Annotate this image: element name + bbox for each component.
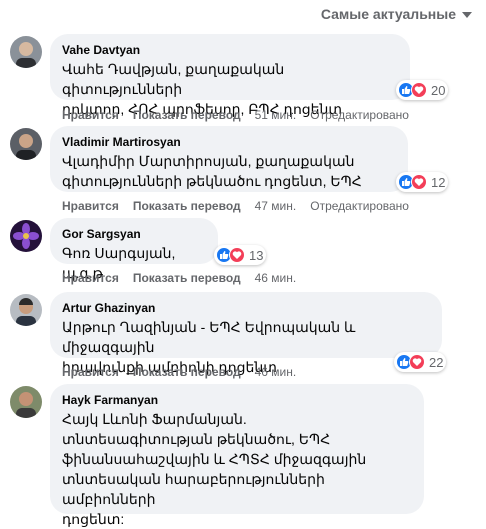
love-reaction-icon [409, 354, 425, 370]
reaction-count: 12 [431, 174, 446, 190]
comment-actions: Нравится Показать перевод 46 мин. [62, 365, 296, 379]
comment-time[interactable]: 46 мин. [255, 271, 297, 285]
comment-actions: Нравится Показать перевод 46 мин. [62, 271, 296, 285]
love-reaction-icon [411, 174, 427, 190]
like-link[interactable]: Нравится [62, 199, 119, 213]
avatar[interactable] [10, 220, 42, 252]
like-link[interactable]: Нравится [62, 365, 119, 379]
comment-time[interactable]: 46 мин. [255, 365, 297, 379]
comment-actions: Нравится Показать перевод 47 мин. Отреда… [62, 199, 409, 213]
like-link[interactable]: Нравится [62, 108, 119, 122]
reaction-count: 20 [431, 82, 446, 98]
reaction-summary[interactable]: 20 [396, 80, 449, 100]
translate-link[interactable]: Показать перевод [133, 108, 241, 122]
reaction-summary[interactable]: 22 [394, 352, 447, 372]
comment-actions: Нравится Показать перевод 51 мин. Отреда… [62, 108, 409, 122]
love-reaction-icon [229, 247, 245, 263]
comment-bubble: Vahe Davtyan Վահե Դավթյան, քաղաքական գիտ… [50, 34, 410, 117]
reaction-count: 22 [429, 354, 444, 370]
like-link[interactable]: Нравится [62, 271, 119, 285]
reaction-summary[interactable]: 12 [396, 172, 449, 192]
translate-link[interactable]: Показать перевод [133, 271, 241, 285]
translate-link[interactable]: Показать перевод [133, 365, 241, 379]
edited-label: Отредактировано [310, 199, 409, 213]
comment-author[interactable]: Vladimir Martirosyan [62, 134, 396, 150]
comment-author[interactable]: Artur Ghazinyan [62, 300, 430, 316]
comment-bubble: Gor Sargsyan Գոռ Սարգսյան, պ.գ.թ [50, 218, 218, 281]
avatar[interactable] [10, 128, 42, 160]
love-reaction-icon [411, 82, 427, 98]
comment-text: Վլադիմիր Մարտիրոսյան, քաղաքական գիտությո… [62, 153, 362, 189]
avatar[interactable] [10, 386, 42, 418]
comment-bubble: Vladimir Martirosyan Վլադիմիր Մարտիրոսյա… [50, 126, 408, 192]
sort-label: Самые актуальные [320, 6, 456, 22]
reaction-summary[interactable]: 13 [214, 245, 267, 265]
comment-author[interactable]: Hayk Farmanyan [62, 392, 412, 408]
comment-time[interactable]: 47 мин. [255, 199, 297, 213]
avatar[interactable] [10, 294, 42, 326]
caret-down-icon [462, 12, 472, 18]
comment-time[interactable]: 51 мин. [255, 108, 297, 122]
avatar[interactable] [10, 36, 42, 68]
comment-author[interactable]: Vahe Davtyan [62, 42, 398, 58]
edited-label: Отредактировано [310, 108, 409, 122]
comment-author[interactable]: Gor Sargsyan [62, 226, 206, 242]
sort-dropdown[interactable]: Самые актуальные [321, 6, 472, 22]
comment-bubble: Artur Ghazinyan Արթուր Ղազինյան - ԵՊՀ Եվ… [50, 292, 442, 375]
comment-text: Հայկ Լևոնի Ֆարմանյան. տնտեսագիտության թե… [62, 411, 367, 527]
comment-bubble: Hayk Farmanyan Հայկ Լևոնի Ֆարմանյան. տնտ… [50, 384, 424, 527]
translate-link[interactable]: Показать перевод [133, 199, 241, 213]
reaction-count: 13 [249, 247, 264, 263]
